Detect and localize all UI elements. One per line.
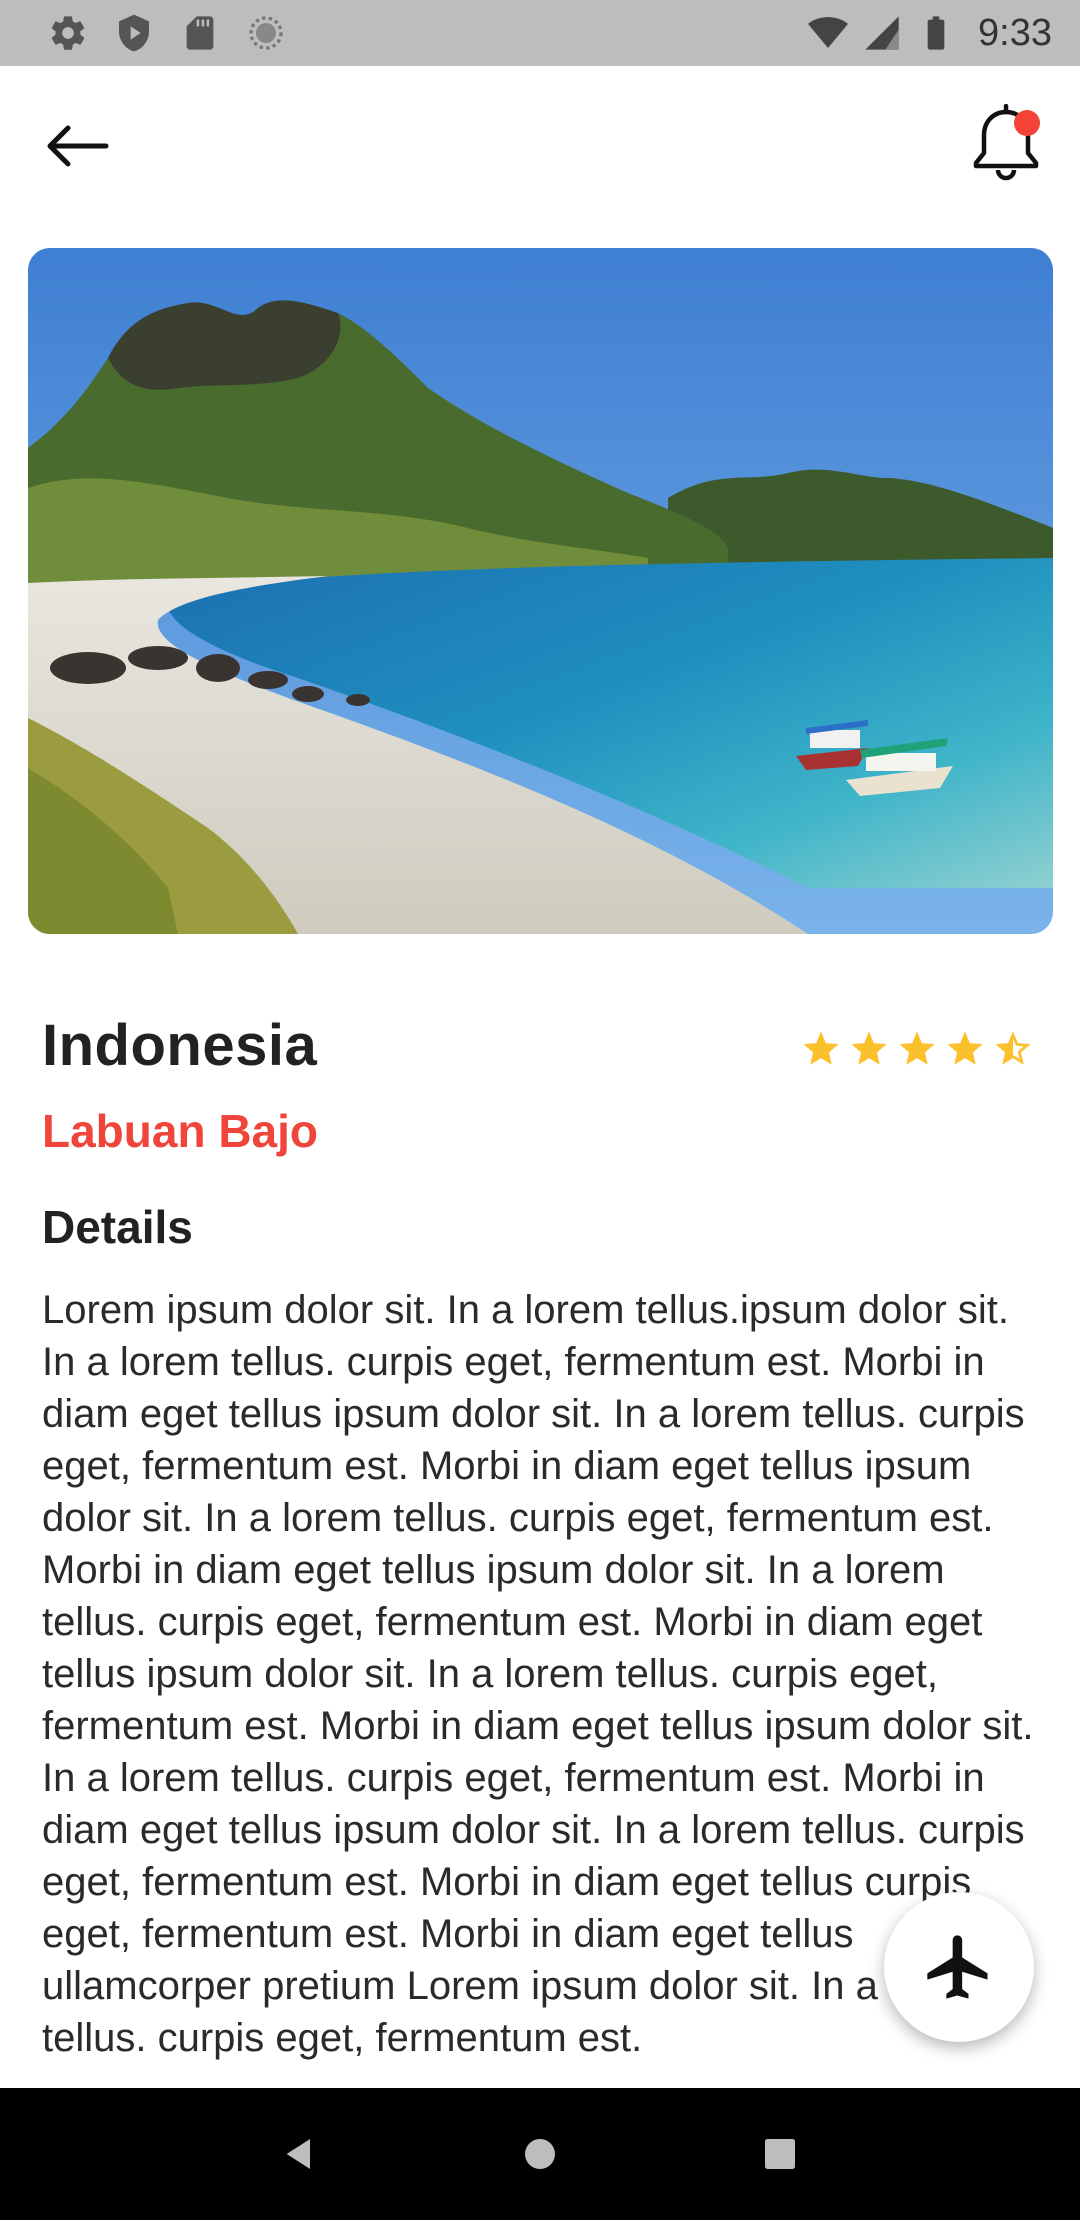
top-app-bar — [0, 66, 1080, 222]
system-nav-bar — [0, 2088, 1080, 2220]
nav-recents-button[interactable] — [750, 2124, 810, 2184]
details-heading: Details — [42, 1201, 193, 1253]
status-time: 9:33 — [978, 11, 1052, 54]
nav-back-button[interactable] — [270, 2124, 330, 2184]
battery-icon — [916, 13, 956, 53]
status-bar: 9:33 — [0, 0, 1080, 66]
arrow-left-icon — [47, 125, 109, 167]
star-full-icon — [944, 1028, 986, 1070]
back-button[interactable] — [36, 114, 116, 178]
status-left-icons — [48, 13, 286, 53]
star-full-icon — [800, 1028, 842, 1070]
destination-photo — [28, 248, 1053, 934]
star-half-icon — [992, 1028, 1034, 1070]
settings-icon — [48, 13, 88, 53]
nav-home-icon — [525, 2139, 555, 2169]
notification-button[interactable] — [966, 100, 1046, 188]
sync-circle-icon — [246, 13, 286, 53]
shield-play-icon — [114, 13, 154, 53]
sd-card-icon — [180, 13, 220, 53]
nav-back-icon — [286, 2139, 310, 2169]
signal-icon — [862, 13, 902, 53]
star-full-icon — [896, 1028, 938, 1070]
status-right-icons: 9:33 — [808, 12, 1052, 55]
rating-stars — [800, 1028, 1034, 1070]
airplane-icon — [927, 1935, 988, 1999]
notification-dot — [1014, 110, 1040, 136]
star-full-icon — [848, 1028, 890, 1070]
country-title: Indonesia — [42, 1013, 318, 1078]
nav-home-button[interactable] — [510, 2124, 570, 2184]
book-flight-button[interactable] — [884, 1892, 1034, 2042]
city-subtitle: Labuan Bajo — [42, 1105, 319, 1157]
nav-recents-icon — [765, 2139, 795, 2169]
wifi-icon — [808, 13, 849, 53]
